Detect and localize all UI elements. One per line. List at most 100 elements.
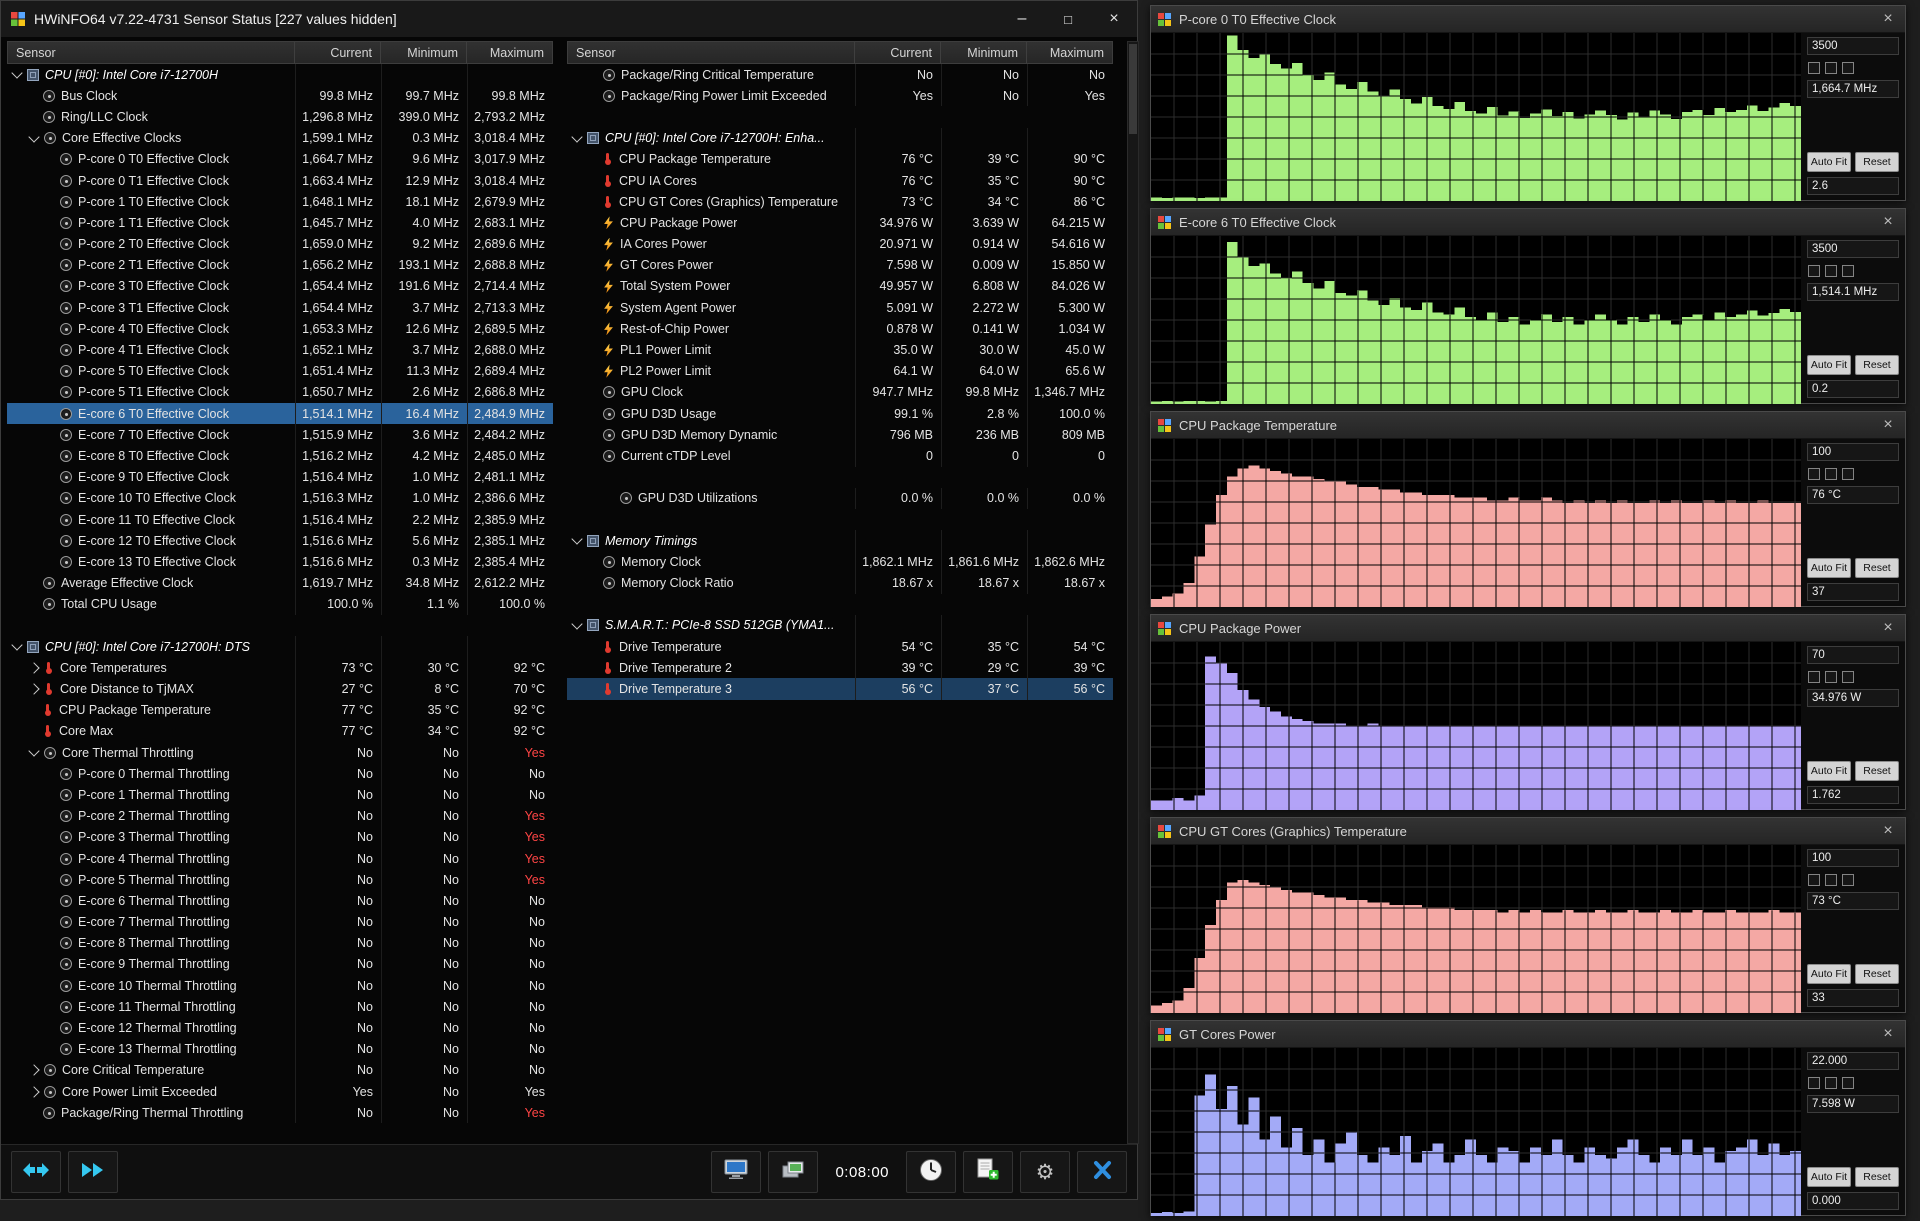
scrollbar-thumb[interactable] — [1129, 44, 1137, 134]
close-button[interactable]: × — [1091, 1, 1137, 37]
expand-down-icon[interactable] — [11, 68, 22, 79]
sensor-row[interactable]: E-core 6 T0 Effective Clock1,514.1 MHz16… — [7, 403, 553, 424]
sensor-row[interactable]: GPU D3D Usage99.1 %2.8 %100.0 % — [567, 403, 1113, 424]
sensor-row[interactable]: Drive Temperature 356 °C37 °C56 °C — [567, 678, 1113, 699]
sensor-row[interactable]: P-core 2 T0 Effective Clock1,659.0 MHz9.… — [7, 234, 553, 255]
sensor-row[interactable]: GPU D3D Utilizations0.0 %0.0 %0.0 % — [567, 488, 1113, 509]
sensor-row[interactable]: Current cTDP Level000 — [567, 445, 1113, 466]
sensor-row[interactable]: E-core 13 T0 Effective Clock1,516.6 MHz0… — [7, 551, 553, 572]
sensor-row[interactable]: P-core 2 Thermal ThrottlingNoNoYes — [7, 806, 553, 827]
graph-option-checkbox[interactable] — [1842, 1077, 1854, 1089]
sensor-row[interactable]: P-core 5 Thermal ThrottlingNoNoYes — [7, 869, 553, 890]
graph-window-titlebar[interactable]: CPU GT Cores (Graphics) Temperature× — [1151, 818, 1905, 845]
sensor-row[interactable]: P-core 0 T1 Effective Clock1,663.4 MHz12… — [7, 170, 553, 191]
sensor-row[interactable]: E-core 12 Thermal ThrottlingNoNoNo — [7, 1017, 553, 1038]
sensor-row[interactable]: P-core 2 T1 Effective Clock1,656.2 MHz19… — [7, 255, 553, 276]
sensor-row[interactable]: Core Distance to TjMAX27 °C8 °C70 °C — [7, 678, 553, 699]
auto-fit-button[interactable]: Auto Fit — [1807, 761, 1851, 781]
graph-scale-min[interactable]: 0.000 — [1807, 1192, 1899, 1210]
graph-close-icon[interactable]: × — [1878, 214, 1898, 230]
graph-option-checkbox[interactable] — [1808, 874, 1820, 886]
column-header-current[interactable]: Current — [294, 42, 380, 63]
sensor-row[interactable]: PL2 Power Limit64.1 W64.0 W65.6 W — [567, 361, 1113, 382]
expand-down-icon[interactable] — [28, 746, 39, 757]
sensor-row[interactable]: P-core 4 T1 Effective Clock1,652.1 MHz3.… — [7, 339, 553, 360]
reset-button[interactable]: Reset — [1855, 761, 1899, 781]
graph-option-checkbox[interactable] — [1808, 671, 1820, 683]
clock-button[interactable] — [906, 1151, 956, 1193]
sensor-row[interactable]: S.M.A.R.T.: PCIe-8 SSD 512GB (YMA1... — [567, 615, 1113, 636]
sensor-row[interactable]: E-core 6 Thermal ThrottlingNoNoNo — [7, 890, 553, 911]
sensor-row[interactable]: Memory Clock1,862.1 MHz1,861.6 MHz1,862.… — [567, 551, 1113, 572]
sensor-row[interactable]: Total System Power49.957 W6.808 W84.026 … — [567, 276, 1113, 297]
graph-option-checkbox[interactable] — [1825, 671, 1837, 683]
graph-option-checkbox[interactable] — [1808, 1077, 1820, 1089]
sensor-row[interactable]: E-core 9 Thermal ThrottlingNoNoNo — [7, 954, 553, 975]
reset-button[interactable]: Reset — [1855, 355, 1899, 375]
graph-option-checkbox[interactable] — [1808, 265, 1820, 277]
expand-right-icon[interactable] — [28, 683, 39, 694]
sensor-row[interactable]: IA Cores Power20.971 W0.914 W54.616 W — [567, 234, 1113, 255]
sensor-row[interactable]: CPU [#0]: Intel Core i7-12700H: Enha... — [567, 128, 1113, 149]
sensor-row[interactable]: E-core 9 T0 Effective Clock1,516.4 MHz1.… — [7, 467, 553, 488]
graph-window-titlebar[interactable]: CPU Package Power× — [1151, 615, 1905, 642]
sensor-row[interactable]: GT Cores Power7.598 W0.009 W15.850 W — [567, 255, 1113, 276]
graph-option-checkbox[interactable] — [1808, 62, 1820, 74]
sensor-row[interactable]: Package/Ring Critical TemperatureNoNoNo — [567, 64, 1113, 85]
graph-scale-min[interactable]: 0.2 — [1807, 380, 1899, 398]
graph-option-checkbox[interactable] — [1842, 62, 1854, 74]
column-header-minimum[interactable]: Minimum — [940, 42, 1026, 63]
expand-down-icon[interactable] — [571, 618, 582, 629]
auto-fit-button[interactable]: Auto Fit — [1807, 355, 1851, 375]
sensor-row[interactable]: Core Critical TemperatureNoNoNo — [7, 1060, 553, 1081]
maximize-button[interactable]: □ — [1045, 1, 1091, 37]
sensor-row[interactable]: Core Power Limit ExceededYesNoYes — [7, 1081, 553, 1102]
swap-columns-button[interactable] — [11, 1151, 61, 1193]
sensor-row[interactable]: Average Effective Clock1,619.7 MHz34.8 M… — [7, 573, 553, 594]
sensor-row[interactable]: Core Thermal ThrottlingNoNoYes — [7, 742, 553, 763]
sensor-row[interactable]: P-core 4 Thermal ThrottlingNoNoYes — [7, 848, 553, 869]
sensor-row[interactable]: E-core 11 T0 Effective Clock1,516.4 MHz2… — [7, 509, 553, 530]
graph-scale-min[interactable]: 2.6 — [1807, 177, 1899, 195]
graph-option-checkbox[interactable] — [1825, 1077, 1837, 1089]
sensor-row[interactable]: Core Temperatures73 °C30 °C92 °C — [7, 657, 553, 678]
reset-button[interactable]: Reset — [1855, 152, 1899, 172]
sensor-row[interactable]: P-core 4 T0 Effective Clock1,653.3 MHz12… — [7, 318, 553, 339]
sensor-row[interactable]: P-core 3 T1 Effective Clock1,654.4 MHz3.… — [7, 297, 553, 318]
sensor-row[interactable]: P-core 1 T1 Effective Clock1,645.7 MHz4.… — [7, 212, 553, 233]
logging-layers-button[interactable] — [768, 1151, 818, 1193]
sensor-row[interactable]: PL1 Power Limit35.0 W30.0 W45.0 W — [567, 339, 1113, 360]
sensor-row[interactable]: E-core 7 T0 Effective Clock1,515.9 MHz3.… — [7, 424, 553, 445]
graph-window-titlebar[interactable]: GT Cores Power× — [1151, 1021, 1905, 1048]
graph-scale-max[interactable]: 100 — [1807, 443, 1899, 461]
graph-option-checkbox[interactable] — [1842, 265, 1854, 277]
sensor-row[interactable]: E-core 13 Thermal ThrottlingNoNoNo — [7, 1039, 553, 1060]
graph-scale-max[interactable]: 100 — [1807, 849, 1899, 867]
graph-window-titlebar[interactable]: E-core 6 T0 Effective Clock× — [1151, 209, 1905, 236]
expand-right-icon[interactable] — [28, 1065, 39, 1076]
column-header-current[interactable]: Current — [854, 42, 940, 63]
graph-scale-max[interactable]: 22.000 — [1807, 1052, 1899, 1070]
graph-option-checkbox[interactable] — [1825, 265, 1837, 277]
sensor-row[interactable]: CPU Package Power34.976 W3.639 W64.215 W — [567, 212, 1113, 233]
sensor-row[interactable]: P-core 3 Thermal ThrottlingNoNoYes — [7, 827, 553, 848]
sensor-row[interactable]: CPU [#0]: Intel Core i7-12700H: DTS — [7, 636, 553, 657]
sensor-row[interactable]: Memory Timings — [567, 530, 1113, 551]
sensor-row[interactable]: P-core 3 T0 Effective Clock1,654.4 MHz19… — [7, 276, 553, 297]
remote-monitoring-button[interactable] — [711, 1151, 761, 1193]
reset-button[interactable]: Reset — [1855, 964, 1899, 984]
column-header-sensor[interactable]: Sensor — [8, 46, 294, 60]
fast-forward-button[interactable] — [68, 1151, 118, 1193]
sensor-row[interactable]: P-core 1 T0 Effective Clock1,648.1 MHz18… — [7, 191, 553, 212]
auto-fit-button[interactable]: Auto Fit — [1807, 558, 1851, 578]
sensor-row[interactable]: GPU D3D Memory Dynamic796 MB236 MB809 MB — [567, 424, 1113, 445]
sensor-row[interactable]: P-core 5 T0 Effective Clock1,651.4 MHz11… — [7, 361, 553, 382]
graph-close-icon[interactable]: × — [1878, 11, 1898, 27]
graph-scale-min[interactable]: 33 — [1807, 989, 1899, 1007]
sensor-row[interactable]: Total CPU Usage100.0 %1.1 %100.0 % — [7, 594, 553, 615]
close-sensors-button[interactable] — [1077, 1151, 1127, 1193]
sensor-row[interactable]: CPU Package Temperature77 °C35 °C92 °C — [7, 700, 553, 721]
graph-window-titlebar[interactable]: P-core 0 T0 Effective Clock× — [1151, 6, 1905, 33]
expand-down-icon[interactable] — [571, 131, 582, 142]
sensor-row[interactable]: P-core 0 Thermal ThrottlingNoNoNo — [7, 763, 553, 784]
